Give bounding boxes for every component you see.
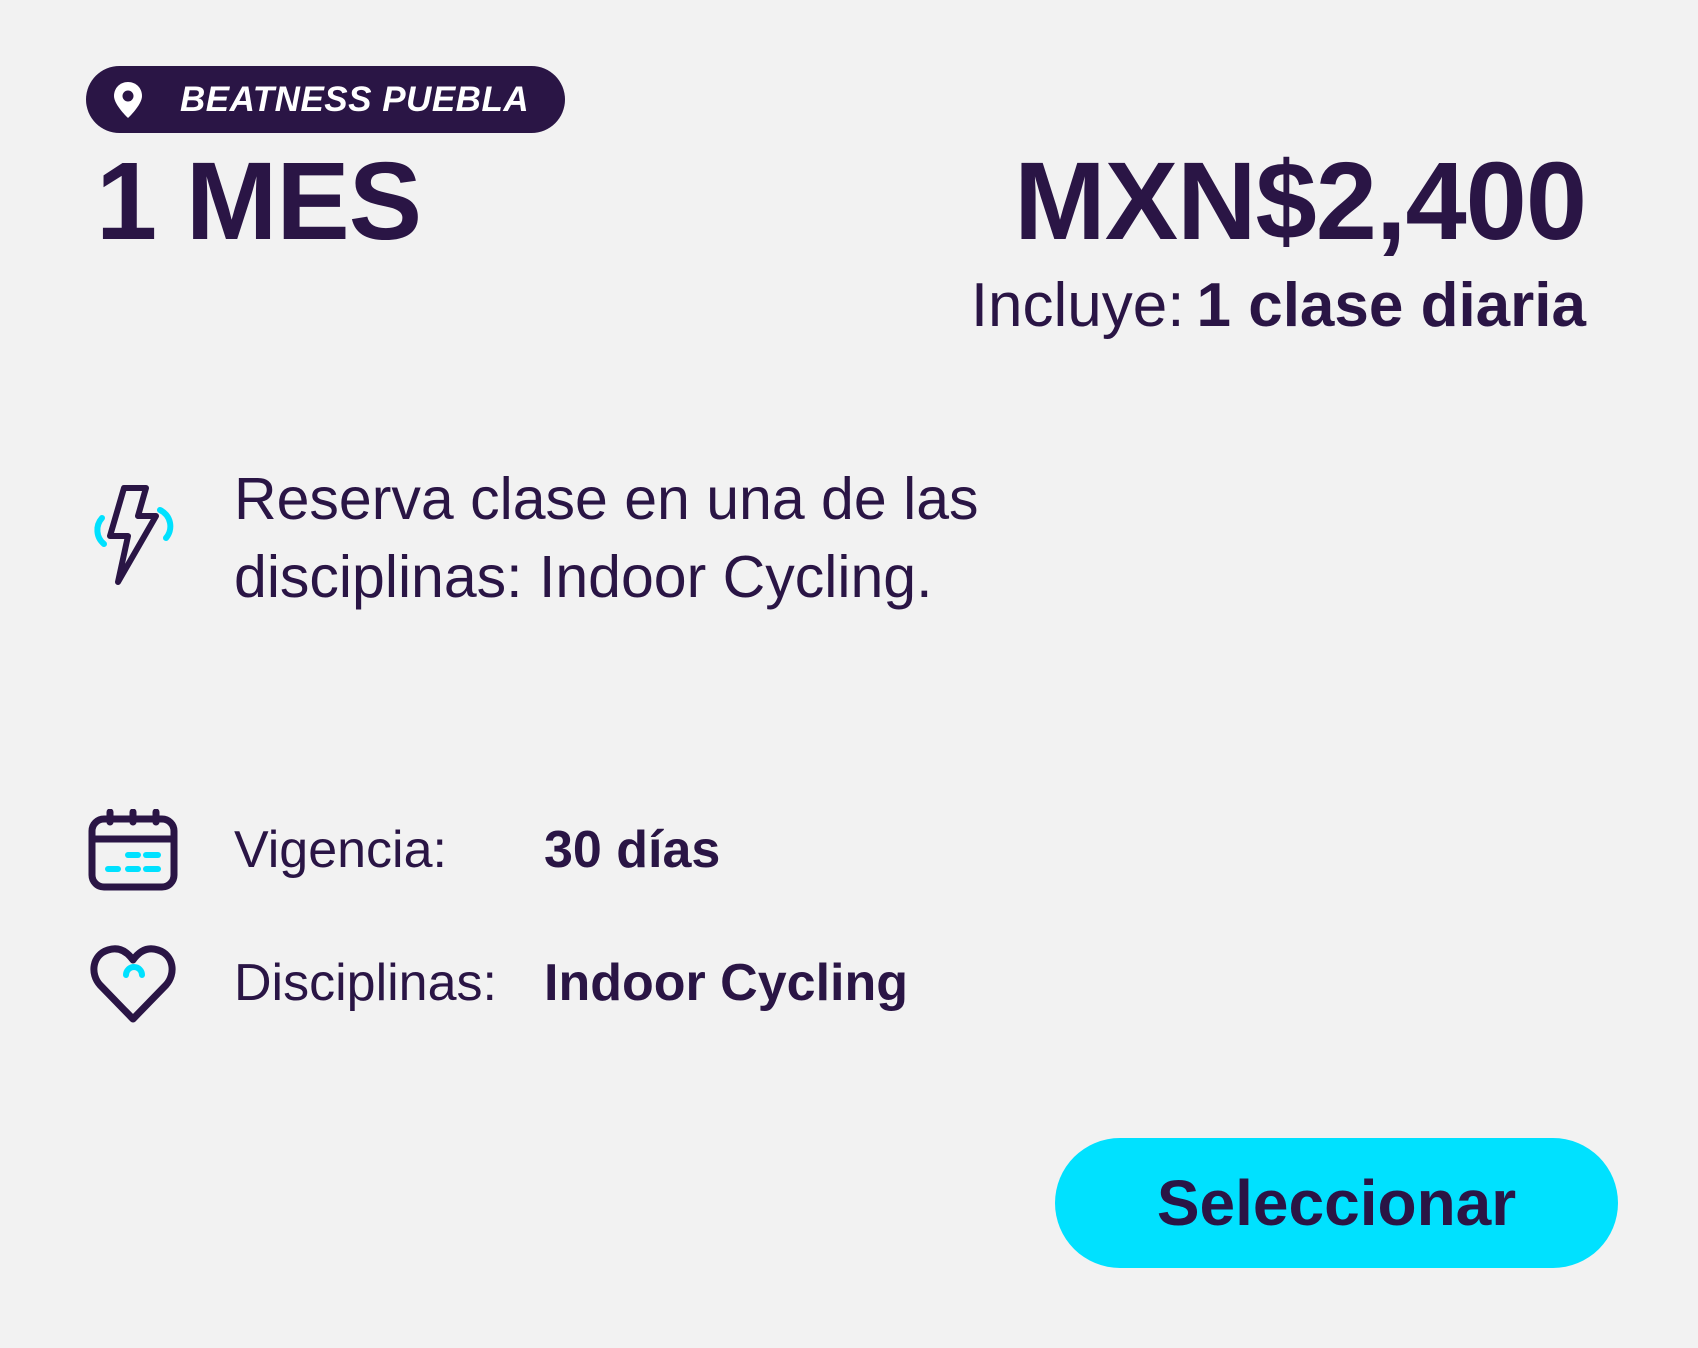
plan-card: BEATNESS PUEBLA 1 MES MXN$2,400 Incluye:… [0, 0, 1698, 1348]
location-label: BEATNESS PUEBLA [180, 79, 530, 119]
disciplines-row: Disciplinas: Indoor Cycling [88, 938, 908, 1028]
heart-icon [90, 945, 176, 1023]
disciplines-value: Indoor Cycling [544, 954, 908, 1012]
select-button[interactable]: Seleccionar [1055, 1138, 1618, 1268]
location-badge: BEATNESS PUEBLA [86, 66, 565, 133]
lightning-bolt-icon [94, 485, 174, 585]
validity-label: Vigencia: [234, 821, 447, 879]
plan-name: 1 MES [96, 140, 422, 263]
plan-includes: Incluye: 1 clase diaria [971, 268, 1586, 344]
validity-row: Vigencia: 30 días [88, 805, 720, 895]
feature-row: Reserva clase en una de las disciplinas:… [88, 460, 979, 610]
validity-value: 30 días [544, 821, 721, 879]
plan-price: MXN$2,400 [1014, 140, 1587, 263]
calendar-icon [88, 809, 178, 891]
map-pin-icon [114, 81, 142, 118]
includes-label: Incluye: [970, 271, 1185, 340]
feature-description: Reserva clase en una de las disciplinas:… [234, 466, 979, 610]
disciplines-label: Disciplinas: [234, 954, 497, 1012]
includes-value: 1 clase diaria [1196, 271, 1587, 340]
